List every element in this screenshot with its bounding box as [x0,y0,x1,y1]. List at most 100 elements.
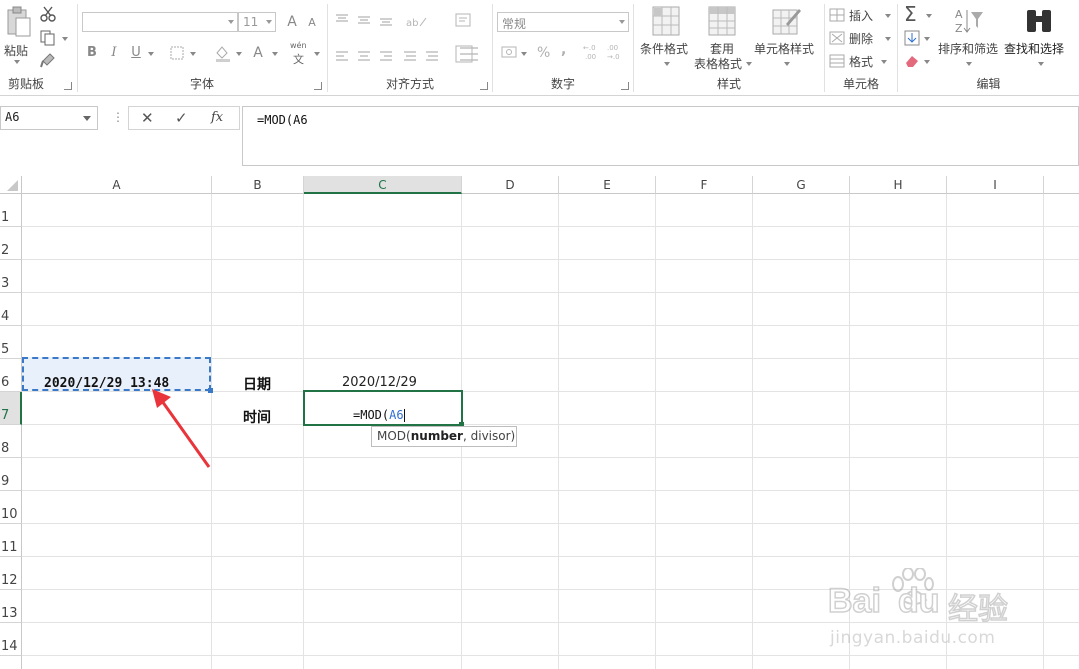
column-header-a[interactable]: A [22,176,212,194]
row-header-7[interactable]: 7 [0,392,22,425]
fill-color-icon[interactable] [214,44,232,62]
enter-icon[interactable]: ✓ [175,109,188,127]
gridline [303,194,304,669]
clear-icon[interactable] [904,54,920,68]
italic-button[interactable]: I [104,43,124,63]
format-button[interactable]: 格式 [829,52,895,70]
chevron-down-icon[interactable] [521,52,527,56]
dialog-launcher-icon[interactable] [64,82,72,90]
table-format-button[interactable]: 套用 表格格式 [692,6,752,71]
decrease-decimal-icon[interactable]: .00 →.0 [605,42,625,62]
row-header-14[interactable]: 14 [0,623,22,656]
chevron-down-icon [885,37,891,41]
format-painter-icon[interactable] [40,52,56,68]
watermark-text-3: 经验 [947,591,1009,628]
cell-b7[interactable]: 时间 [243,407,271,427]
row-header-6[interactable]: 6 [0,359,22,392]
column-d-label: D [505,178,515,192]
select-all-corner[interactable] [0,176,22,194]
conditional-format-label: 条件格式 [640,42,689,56]
font-name-combo[interactable] [82,12,238,32]
column-header-e[interactable]: E [559,176,656,194]
column-header-h[interactable]: H [850,176,947,194]
chevron-down-icon[interactable] [926,14,932,18]
font-color-label: A [253,45,263,61]
column-h-label: H [893,178,903,192]
column-header-i[interactable]: I [947,176,1044,194]
fill-icon[interactable] [904,30,920,46]
row-header-2[interactable]: 2 [0,227,22,260]
worksheet-grid[interactable]: A B C D E F G H I 1 2 3 4 5 6 7 8 9 10 1… [0,176,1079,669]
row-header-9[interactable]: 9 [0,458,22,491]
column-header-d[interactable]: D [462,176,559,194]
font-color-button[interactable]: A [248,43,268,63]
row-header-10[interactable]: 10 [0,491,22,524]
row-header-11[interactable]: 11 [0,524,22,557]
chevron-down-icon[interactable] [924,60,930,64]
column-header-f[interactable]: F [656,176,753,194]
row-header-8[interactable]: 8 [0,425,22,458]
more-icon[interactable]: ⋮ [112,110,124,124]
copy-icon[interactable] [40,30,56,46]
row-header-13[interactable]: 13 [0,590,22,623]
number-format-combo[interactable]: 常规 [497,12,629,32]
insert-label: 插入 [849,9,874,23]
underline-button[interactable]: U [126,43,146,63]
chevron-down-icon[interactable] [62,37,68,41]
row-header-12[interactable]: 12 [0,557,22,590]
dialog-launcher-icon[interactable] [314,82,322,90]
percent-button[interactable]: % [537,45,550,61]
row-header-1[interactable]: 1 [0,194,22,227]
column-header-j[interactable] [1044,176,1079,194]
row-7-label: 7 [1,408,10,423]
cut-icon[interactable] [40,6,56,22]
cell-c6[interactable]: 2020/12/29 [342,375,417,390]
name-box[interactable]: A6 [0,106,98,130]
column-header-b[interactable]: B [212,176,304,194]
chevron-down-icon[interactable] [924,37,930,41]
dialog-launcher-icon[interactable] [480,82,488,90]
formula-input[interactable]: =MOD(A6 [242,106,1079,166]
border-icon[interactable] [170,46,184,60]
insert-button[interactable]: 插入 [829,6,895,24]
column-header-c[interactable]: C [304,176,462,194]
insert-function-icon[interactable]: fx [211,110,223,125]
cell-styles-button[interactable]: 单元格样式 [752,6,822,68]
increase-decimal-icon[interactable]: ←.0 .00 [581,42,601,62]
gridline [22,292,1079,293]
currency-icon[interactable] [501,44,519,60]
svg-text:→.0: →.0 [607,53,620,61]
delete-label: 删除 [849,32,874,46]
chevron-down-icon[interactable] [148,52,154,56]
tooltip-current-arg: number [410,429,463,443]
tooltip-function-name[interactable]: MOD( [377,429,411,443]
find-select-button[interactable]: 查找和选择 [1004,6,1076,68]
paste-button[interactable]: 粘贴 [4,6,32,64]
chevron-down-icon[interactable] [272,52,278,56]
phonetic-button[interactable]: wén 文 [290,41,320,66]
grow-font-button[interactable]: A [282,12,302,32]
conditional-format-button[interactable]: 条件格式 [636,6,696,68]
comma-button[interactable]: , [561,42,566,58]
row-header-15[interactable] [0,656,22,669]
cancel-icon[interactable]: ✕ [141,109,154,127]
row-header-5[interactable]: 5 [0,326,22,359]
phonetic-bottom-label: 文 [293,53,304,66]
bold-button[interactable]: B [82,43,102,63]
cell-c7-editing[interactable]: =MOD(A6 [303,390,463,426]
shrink-font-button[interactable]: A [302,13,322,33]
row-header-3[interactable]: 3 [0,260,22,293]
delete-button[interactable]: 删除 [829,29,895,47]
row-3-label: 3 [1,276,10,291]
sort-filter-button[interactable]: A Z 排序和筛选 [936,6,1004,68]
font-size-combo[interactable]: 11 [238,12,276,32]
chevron-down-icon[interactable] [190,52,196,56]
cell-b6[interactable]: 日期 [243,374,271,394]
alignment-icons[interactable]: ab [334,12,484,64]
dialog-launcher-icon[interactable] [621,82,629,90]
autosum-icon[interactable]: Σ [904,2,917,26]
column-header-g[interactable]: G [753,176,850,194]
row-header-4[interactable]: 4 [0,293,22,326]
sort-filter-label: 排序和筛选 [938,42,999,56]
chevron-down-icon[interactable] [236,52,242,56]
